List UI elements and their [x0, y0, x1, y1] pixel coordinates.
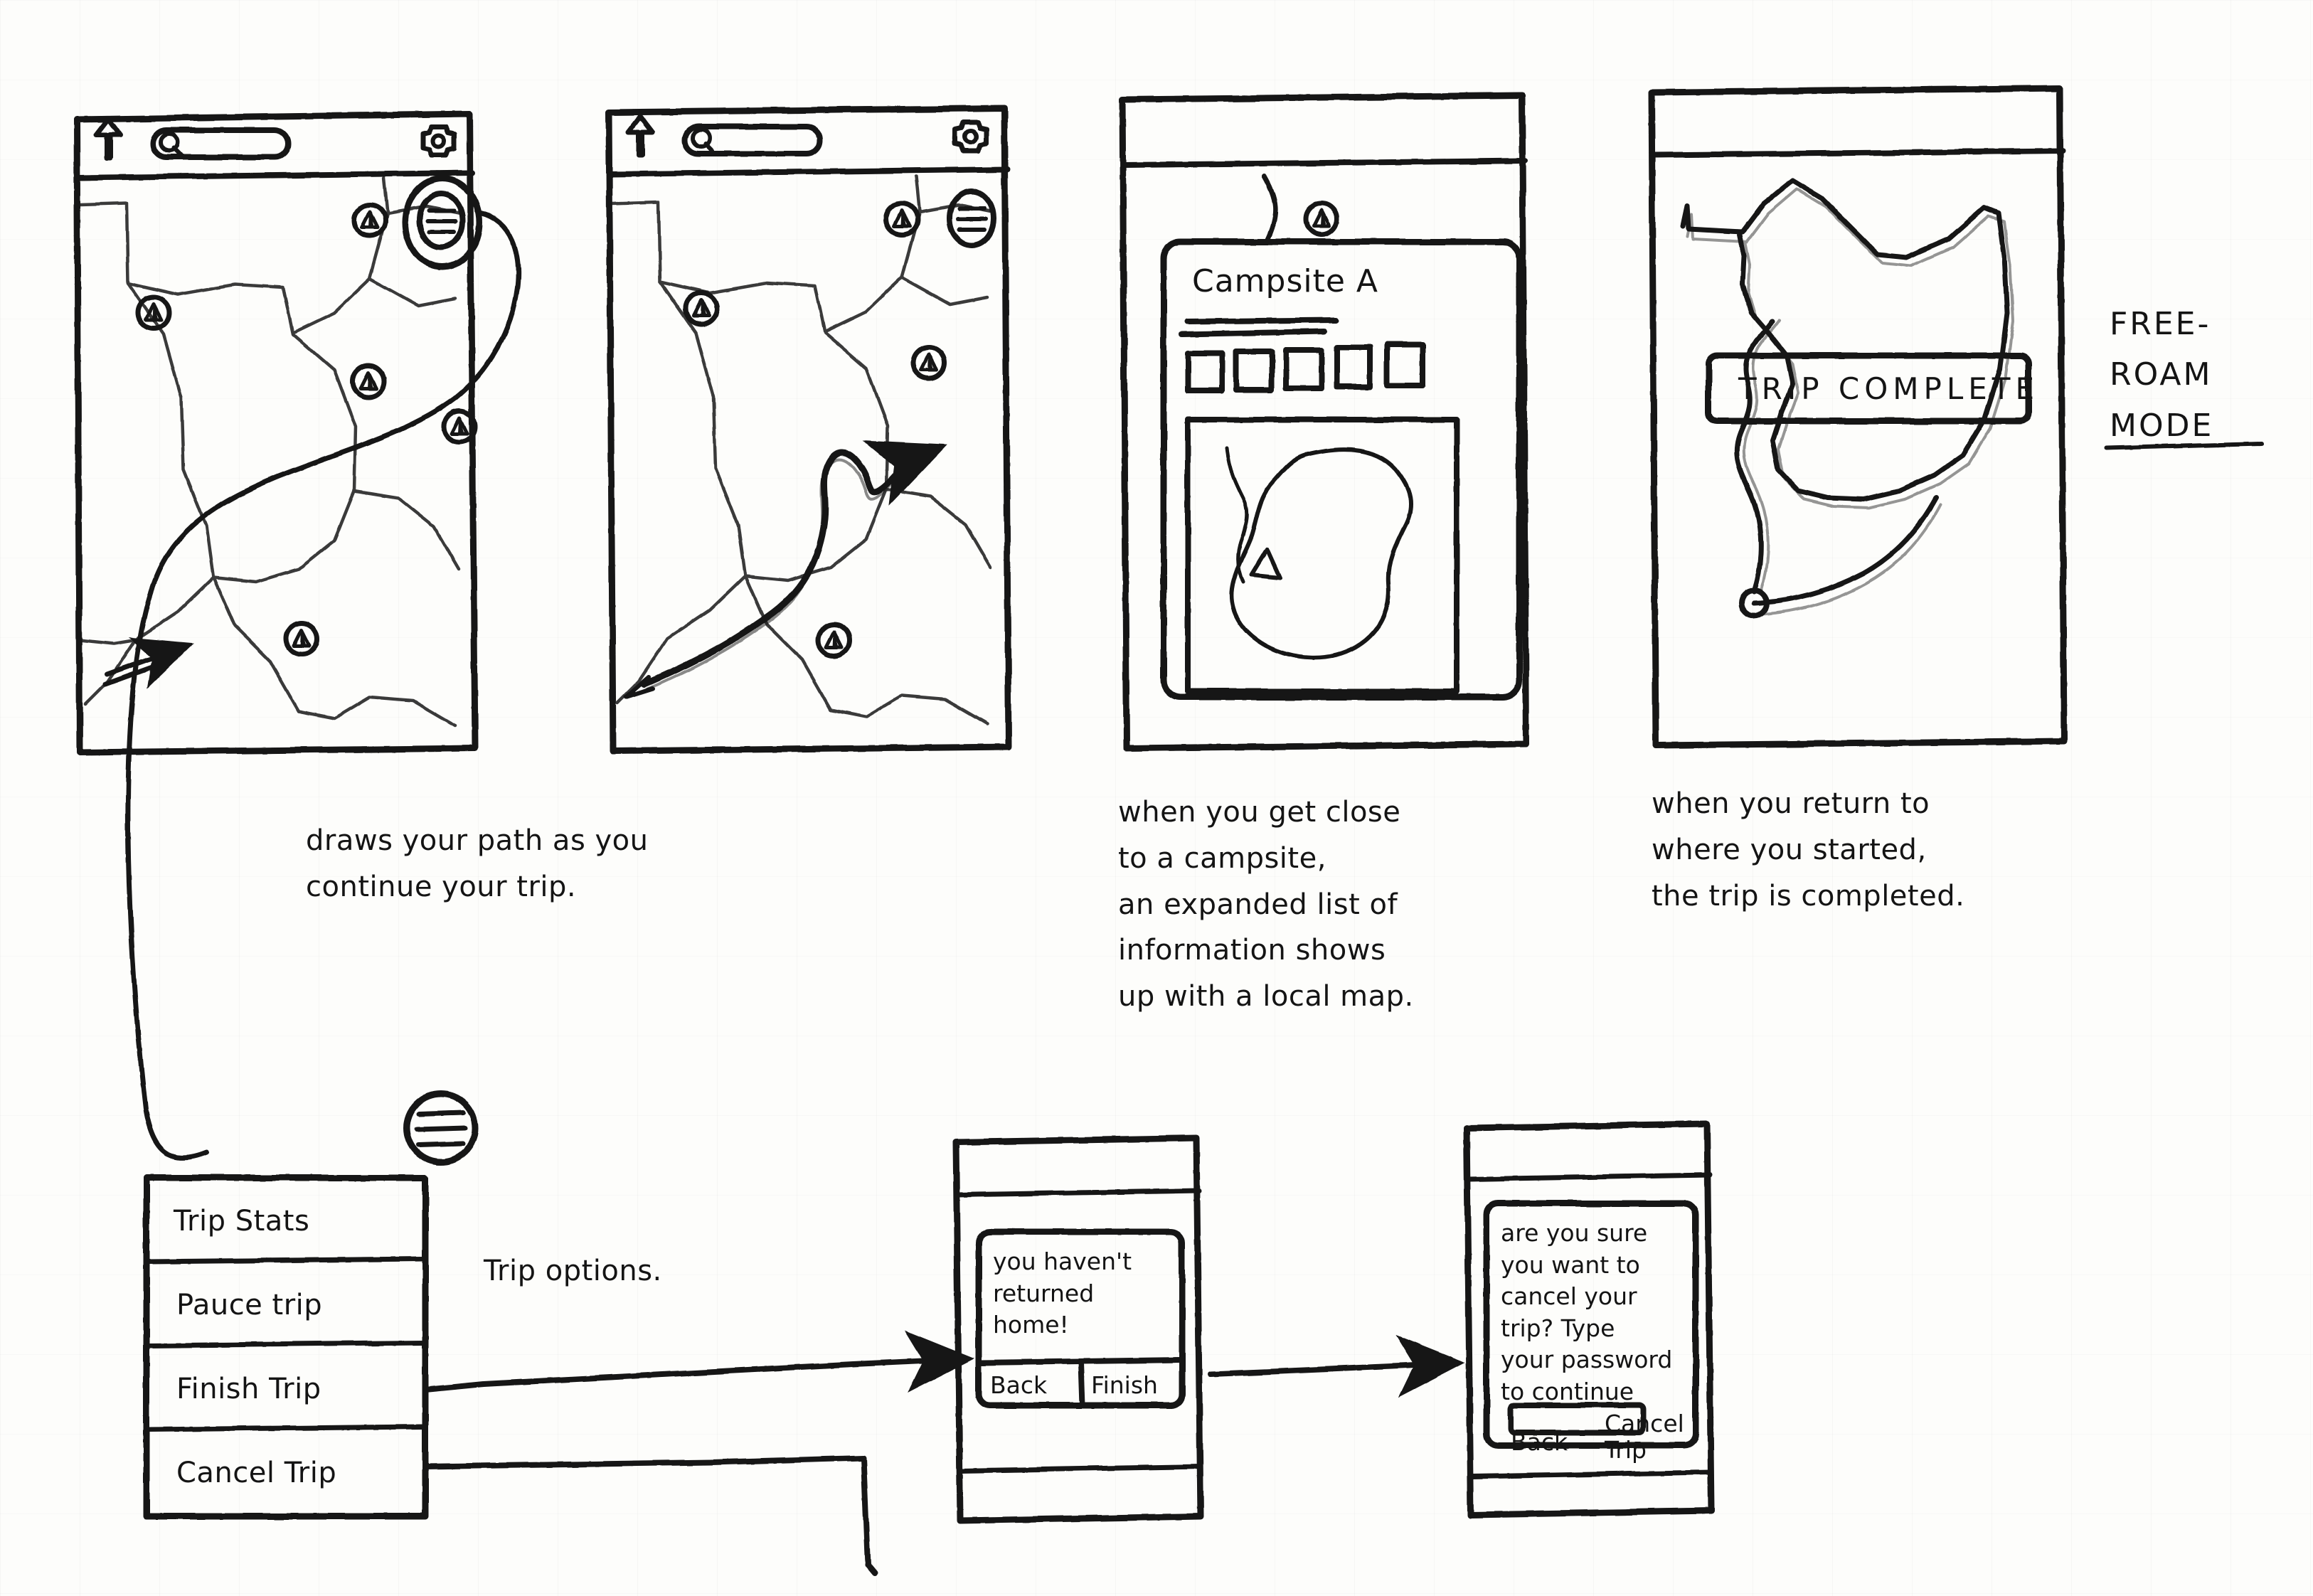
finish-dialog-back-button[interactable]: Back — [990, 1371, 1047, 1399]
screen3-back-arrow-icon[interactable] — [1138, 107, 1171, 151]
screen1-campsite-markers — [138, 205, 475, 654]
caption-trip-complete: when you return to where you started, th… — [1652, 787, 1965, 913]
campsite-thumbnail-5[interactable] — [1387, 344, 1423, 385]
flow-cancel-to-dialog — [422, 1455, 878, 1576]
campsite-thumbnail-3[interactable] — [1286, 350, 1322, 388]
finish-dialog-finish-button[interactable]: Finish — [1091, 1371, 1158, 1399]
cancel-dialog-password-field[interactable] — [1511, 1405, 1643, 1432]
trip-options-hamburger-icon-hotspot[interactable] — [407, 1094, 475, 1162]
finish-dialog-message: you haven't returned home! — [993, 1247, 1132, 1339]
menu-item-finish-trip[interactable]: Finish Trip — [176, 1373, 321, 1405]
campsite-card-title: Campsite A — [1192, 263, 1379, 299]
trip-complete-banner-label: TRIP COMPLETE — [1738, 371, 2039, 406]
screen2-gear-icon[interactable] — [953, 118, 990, 155]
flow-finish-to-dialog — [422, 1330, 974, 1393]
screen1-gear-icon[interactable] — [421, 122, 458, 159]
flow-menu-to-options — [125, 211, 521, 1160]
screen2-hamburger-menu-icon[interactable] — [947, 189, 997, 248]
campsite-thumbnail-4[interactable] — [1337, 347, 1370, 387]
screen2-tracked-path — [624, 440, 947, 699]
screen2-map-terrain — [610, 174, 996, 726]
menu-item-cancel-trip[interactable]: Cancel Trip — [176, 1457, 336, 1489]
campsite-thumbnail-1[interactable] — [1188, 353, 1222, 390]
label-trip-options: Trip options. — [484, 1255, 662, 1287]
caption-draws-path: draws your path as you continue your tri… — [306, 824, 649, 903]
campsite-local-map[interactable] — [1188, 420, 1457, 691]
cancel-dialog-message: are you sure you want to cancel your tri… — [1501, 1219, 1673, 1405]
screen1-back-arrow-icon[interactable] — [92, 117, 125, 161]
screen3-marker-and-leader — [1262, 174, 1337, 243]
flow-dialog-to-cancel — [1208, 1334, 1465, 1398]
menu-item-pause-trip[interactable]: Pauce trip — [176, 1289, 322, 1321]
screen1-search-input[interactable] — [153, 130, 288, 157]
screen2-back-arrow-icon[interactable] — [624, 114, 657, 158]
campsite-thumbnail-2[interactable] — [1236, 351, 1272, 390]
menu-item-trip-stats[interactable]: Trip Stats — [174, 1205, 309, 1238]
screen1-hamburger-menu-icon[interactable] — [404, 178, 481, 267]
label-free-roam-mode: FREE- ROAM MODE — [2110, 306, 2214, 444]
caption-campsite-detail: when you get close to a campsite, an exp… — [1118, 796, 1414, 1014]
screen2-search-input[interactable] — [685, 127, 820, 154]
screen2-campsite-markers — [686, 203, 945, 656]
